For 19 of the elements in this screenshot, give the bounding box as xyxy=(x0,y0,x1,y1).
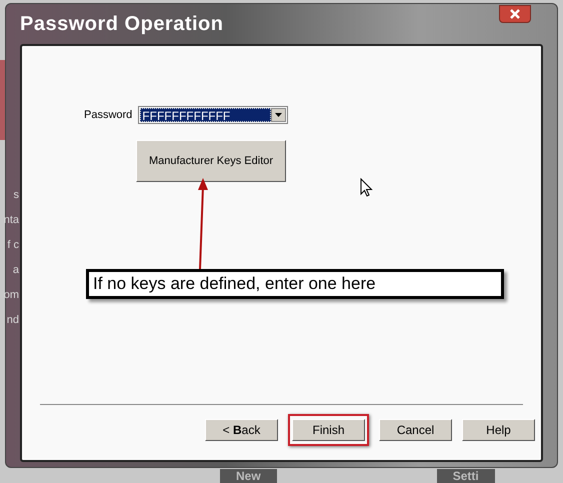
background-text: nd xyxy=(6,315,19,326)
callout-text: If no keys are defined, enter one here xyxy=(93,273,376,296)
editor-button[interactable]: Manufacturer Keys Editor xyxy=(136,140,286,182)
dropdown-button[interactable] xyxy=(271,108,286,122)
close-icon xyxy=(509,9,521,19)
password-dropdown[interactable]: FFFFFFFFFFFF xyxy=(138,106,288,124)
password-value: FFFFFFFFFFFF xyxy=(140,108,272,122)
dialog-button[interactable]: Help xyxy=(462,419,535,441)
caret-icon xyxy=(275,113,282,117)
dialog-button[interactable]: Cancel xyxy=(379,419,452,441)
background-text: f c xyxy=(7,240,19,251)
background-text: s xyxy=(14,190,19,201)
dialog-button[interactable]: Finish xyxy=(292,419,365,441)
cursor-icon xyxy=(360,178,373,198)
window-title: Password Operation xyxy=(20,12,224,37)
password-label: Password xyxy=(84,108,132,123)
close-button[interactable] xyxy=(499,5,531,23)
dialog-button[interactable]: < Back xyxy=(205,419,278,441)
background-text: a xyxy=(12,265,19,276)
